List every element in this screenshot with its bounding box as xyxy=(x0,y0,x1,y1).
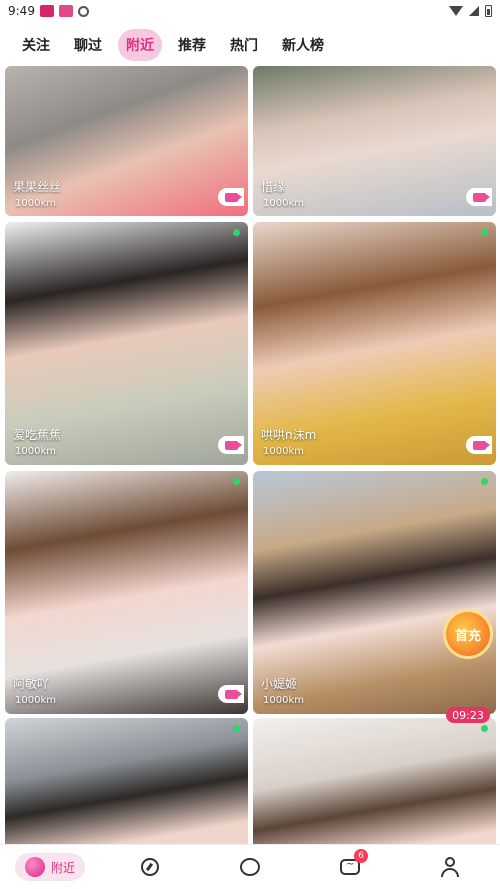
profile-name: 爱吃蕉蕉 xyxy=(13,428,62,442)
profile-name: 惜缘 xyxy=(261,180,286,194)
profile-card[interactable]: 阿敏吖 1000km xyxy=(5,471,248,714)
profile-distance: 1000km xyxy=(15,198,56,209)
tab-recommend[interactable]: 推荐 xyxy=(170,29,214,61)
nav-profile[interactable] xyxy=(400,845,500,889)
video-call-icon[interactable] xyxy=(466,188,492,206)
profile-name: 果果丝丝 xyxy=(13,180,62,194)
promo-timer: 09:23 xyxy=(446,707,490,723)
profile-card[interactable]: 小媞姬 1000km xyxy=(253,471,496,714)
profile-photo xyxy=(253,66,496,216)
profile-card[interactable]: 惜缘 1000km xyxy=(253,66,496,216)
status-time: 9:49 xyxy=(8,4,35,18)
profile-distance: 1000km xyxy=(263,695,304,706)
nav-discover[interactable] xyxy=(100,845,200,889)
profile-card[interactable] xyxy=(5,718,248,844)
battery-icon xyxy=(485,5,492,17)
status-left: 9:49 xyxy=(8,4,89,18)
first-recharge-badge[interactable]: 首充 xyxy=(446,612,490,656)
profile-distance: 1000km xyxy=(263,446,304,457)
ring-icon xyxy=(240,858,260,876)
settings-icon xyxy=(77,5,89,17)
nav-nearby-label: 附近 xyxy=(50,860,75,875)
tab-newcomer-rank[interactable]: 新人榜 xyxy=(274,29,332,61)
bottom-nav: 附近 6 xyxy=(0,844,500,889)
profile-distance: 1000km xyxy=(263,198,304,209)
tab-hot[interactable]: 热门 xyxy=(222,29,266,61)
nav-messages[interactable]: 6 xyxy=(300,845,400,889)
top-tabs: 关注 聊过 附近 推荐 热门 新人榜 xyxy=(0,28,500,62)
profile-grid: 果果丝丝 1000km 惜缘 1000km 爱吃蕉蕉 1000km 哄哄n沫m … xyxy=(0,66,500,844)
wifi-icon xyxy=(449,6,463,16)
nav-center[interactable] xyxy=(200,845,300,889)
online-indicator xyxy=(233,725,240,732)
online-indicator xyxy=(233,478,240,485)
online-indicator xyxy=(481,478,488,485)
app-notification-icon xyxy=(39,5,54,17)
tab-nearby[interactable]: 附近 xyxy=(118,29,162,61)
tab-follow[interactable]: 关注 xyxy=(14,29,58,61)
app-notification-icon xyxy=(58,5,73,17)
status-bar: 9:49 xyxy=(0,0,500,22)
online-indicator xyxy=(233,229,240,236)
profile-distance: 1000km xyxy=(15,695,56,706)
profile-distance: 1000km xyxy=(15,446,56,457)
online-indicator xyxy=(481,229,488,236)
profile-card[interactable]: 果果丝丝 1000km xyxy=(5,66,248,216)
profile-card[interactable]: 哄哄n沫m 1000km xyxy=(253,222,496,465)
profile-name: 阿敏吖 xyxy=(13,677,50,691)
compass-icon xyxy=(141,858,159,876)
profile-photo xyxy=(5,718,248,844)
profile-card[interactable] xyxy=(253,718,496,844)
profile-name: 小媞姬 xyxy=(261,677,298,691)
online-indicator xyxy=(481,725,488,732)
video-call-icon[interactable] xyxy=(466,436,492,454)
profile-icon xyxy=(441,857,459,877)
video-call-icon[interactable] xyxy=(218,188,244,206)
tab-chatted[interactable]: 聊过 xyxy=(66,29,110,61)
message-badge: 6 xyxy=(354,849,368,863)
profile-photo xyxy=(253,718,496,844)
video-call-icon[interactable] xyxy=(218,685,244,703)
profile-name: 哄哄n沫m xyxy=(261,428,317,442)
status-right xyxy=(449,5,492,17)
nav-nearby[interactable]: 附近 xyxy=(0,845,100,889)
orb-icon xyxy=(24,857,45,877)
nav-nearby-active: 附近 xyxy=(14,853,85,881)
signal-icon xyxy=(469,6,479,16)
video-call-icon[interactable] xyxy=(218,436,244,454)
profile-card[interactable]: 爱吃蕉蕉 1000km xyxy=(5,222,248,465)
